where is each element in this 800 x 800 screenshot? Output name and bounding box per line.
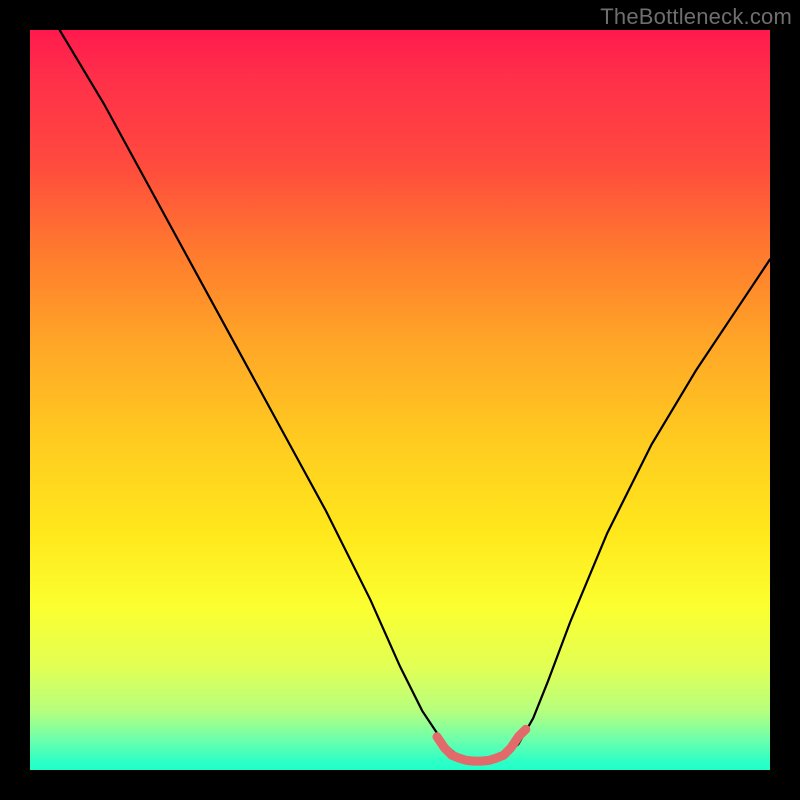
curve-layer bbox=[30, 30, 770, 770]
optimal-band bbox=[437, 729, 526, 761]
chart-frame: TheBottleneck.com bbox=[0, 0, 800, 800]
bottleneck-curve bbox=[60, 30, 770, 761]
watermark-text: TheBottleneck.com bbox=[600, 4, 792, 30]
